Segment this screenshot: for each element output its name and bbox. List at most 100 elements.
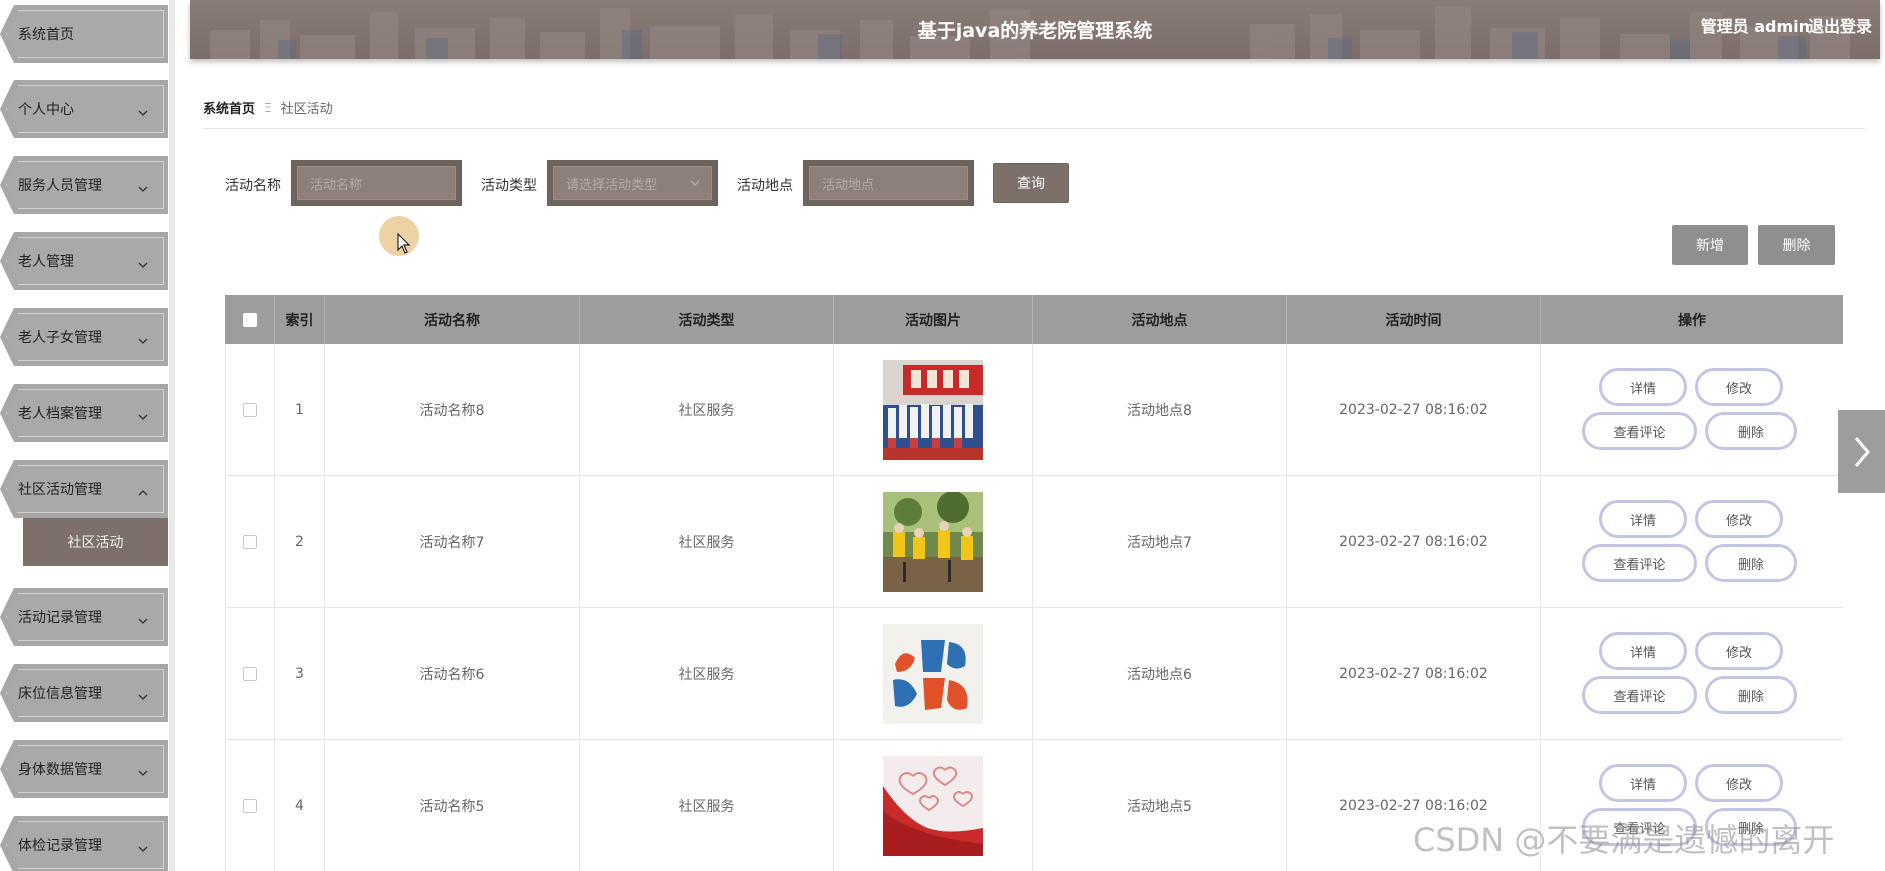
table-header: 索引 活动名称 活动类型 活动图片 活动地点 活动时间 操作: [225, 295, 1843, 344]
logout-link[interactable]: 退出登录: [1808, 13, 1872, 37]
sidebar-item-community-activity[interactable]: 社区活动管理: [0, 460, 168, 518]
cell-activity-name: 活动名称6: [325, 608, 580, 740]
column-header: 活动时间: [1287, 295, 1541, 344]
view-comments-button[interactable]: 查看评论: [1582, 676, 1697, 714]
edit-button[interactable]: 修改: [1695, 632, 1783, 670]
row-checkbox[interactable]: [243, 403, 257, 417]
cell-index: 2: [275, 476, 325, 608]
charity-logo-image: [883, 624, 983, 724]
scroll-right-button[interactable]: [1838, 410, 1885, 493]
sidebar-item-beds[interactable]: 床位信息管理: [0, 664, 168, 722]
crowd-banner-photo: [883, 360, 983, 460]
cell-activity-name: 活动名称7: [325, 476, 580, 608]
activity-place-placeholder: 活动地点: [809, 166, 968, 200]
cell-activity-time: 2023-02-27 08:16:02: [1287, 608, 1541, 740]
cell-index: 4: [275, 740, 325, 871]
activity-place-label: 活动地点: [737, 178, 793, 194]
column-header: 索引: [275, 295, 325, 344]
chevron-down-icon: [138, 179, 148, 192]
select-all-cell: [225, 295, 275, 344]
activity-type-select[interactable]: 请选择活动类型: [547, 160, 718, 206]
batch-delete-button[interactable]: 删除: [1758, 225, 1835, 265]
detail-button[interactable]: 详情: [1599, 368, 1687, 406]
sidebar-item-label: 系统首页: [18, 27, 74, 43]
cell-activity-image: [834, 344, 1033, 476]
edit-button[interactable]: 修改: [1695, 500, 1783, 538]
page: 系统首页 个人中心 服务人员管理 老人管理 老人子女管理 老人档案管理 社区活动…: [0, 0, 1885, 871]
sidebar-item-label: 老人子女管理: [18, 330, 102, 346]
chevron-down-icon: [138, 103, 148, 116]
cell-index: 1: [275, 344, 325, 476]
sidebar-item-label: 体检记录管理: [18, 838, 102, 854]
activity-place-input[interactable]: 活动地点: [803, 160, 974, 206]
row-select-cell: [225, 476, 275, 608]
row-operations: 详情 修改 查看评论 删除: [1582, 492, 1802, 592]
sidebar-item-activity-records[interactable]: 活动记录管理: [0, 588, 168, 646]
breadcrumb-home[interactable]: 系统首页: [203, 98, 255, 117]
delete-button[interactable]: 删除: [1705, 412, 1797, 450]
sidebar-item-archives[interactable]: 老人档案管理: [0, 384, 168, 442]
volunteers-planting-photo: [883, 492, 983, 592]
cell-activity-image: [834, 740, 1033, 871]
breadcrumb-divider: [203, 128, 1865, 129]
detail-button[interactable]: 详情: [1599, 764, 1687, 802]
cell-activity-type: 社区服务: [580, 344, 834, 476]
cell-operations: 详情 修改 查看评论 删除: [1541, 608, 1843, 740]
detail-button[interactable]: 详情: [1599, 500, 1687, 538]
column-header: 活动图片: [834, 295, 1033, 344]
query-button[interactable]: 查询: [993, 163, 1069, 203]
chevron-down-icon: [138, 331, 148, 344]
cell-activity-name: 活动名称5: [325, 740, 580, 871]
sidebar-item-home[interactable]: 系统首页: [0, 5, 168, 63]
column-header: 活动类型: [580, 295, 834, 344]
activity-type-label: 活动类型: [481, 178, 537, 194]
cell-activity-type: 社区服务: [580, 608, 834, 740]
sidebar-item-label: 社区活动管理: [18, 482, 102, 498]
cell-activity-type: 社区服务: [580, 476, 834, 608]
activity-image[interactable]: [883, 624, 983, 724]
hearts-ribbon-image: [883, 756, 983, 856]
row-operations: 详情 修改 查看评论 删除: [1582, 360, 1802, 460]
sidebar-item-children[interactable]: 老人子女管理: [0, 308, 168, 366]
row-checkbox[interactable]: [243, 799, 257, 813]
chevron-down-icon: [138, 407, 148, 420]
row-select-cell: [225, 344, 275, 476]
view-comments-button[interactable]: 查看评论: [1582, 544, 1697, 582]
column-header: 操作: [1678, 312, 1706, 329]
sidebar-item-elderly[interactable]: 老人管理: [0, 232, 168, 290]
table-row: 3 活动名称6 社区服务 活动地点6 2023-02-27 08:16:02 详…: [225, 608, 1843, 740]
edit-button[interactable]: 修改: [1695, 764, 1783, 802]
activity-name-input[interactable]: 活动名称: [291, 160, 462, 206]
detail-button[interactable]: 详情: [1599, 632, 1687, 670]
add-button[interactable]: 新增: [1672, 225, 1748, 265]
top-header: 基于java的养老院管理系统 管理员 admin 退出登录: [190, 0, 1880, 59]
view-comments-button[interactable]: 查看评论: [1582, 412, 1697, 450]
activity-image[interactable]: [883, 492, 983, 592]
delete-button[interactable]: 删除: [1705, 676, 1797, 714]
chevron-up-icon: [138, 483, 148, 496]
chevron-down-icon: [138, 763, 148, 776]
sidebar-item-body-data[interactable]: 身体数据管理: [0, 740, 168, 798]
activity-table: 索引 活动名称 活动类型 活动图片 活动地点 活动时间 操作 1 活动名称8 社…: [225, 295, 1843, 871]
edit-button[interactable]: 修改: [1695, 368, 1783, 406]
sidebar-item-personal-center[interactable]: 个人中心: [0, 80, 168, 138]
activity-type-select-inner: 请选择活动类型: [553, 166, 712, 200]
column-header: 活动名称: [325, 295, 580, 344]
breadcrumb: 系统首页 Ξ 社区活动: [203, 98, 333, 118]
select-all-checkbox[interactable]: [242, 312, 257, 327]
breadcrumb-current: 社区活动: [280, 102, 333, 117]
sidebar-item-label: 身体数据管理: [18, 762, 102, 778]
chevron-down-icon: [138, 255, 148, 268]
activity-image[interactable]: [883, 360, 983, 460]
sidebar-item-label: 床位信息管理: [18, 686, 102, 702]
sidebar-item-staff[interactable]: 服务人员管理: [0, 156, 168, 214]
delete-button[interactable]: 删除: [1705, 544, 1797, 582]
sidebar-item-checkup-records[interactable]: 体检记录管理: [0, 816, 168, 871]
row-select-cell: [225, 740, 275, 871]
row-checkbox[interactable]: [243, 535, 257, 549]
cell-activity-image: [834, 476, 1033, 608]
activity-name-label: 活动名称: [225, 178, 281, 194]
row-checkbox[interactable]: [243, 667, 257, 681]
activity-image[interactable]: [883, 756, 983, 856]
sidebar-subitem-community-activity[interactable]: 社区活动: [23, 518, 168, 566]
